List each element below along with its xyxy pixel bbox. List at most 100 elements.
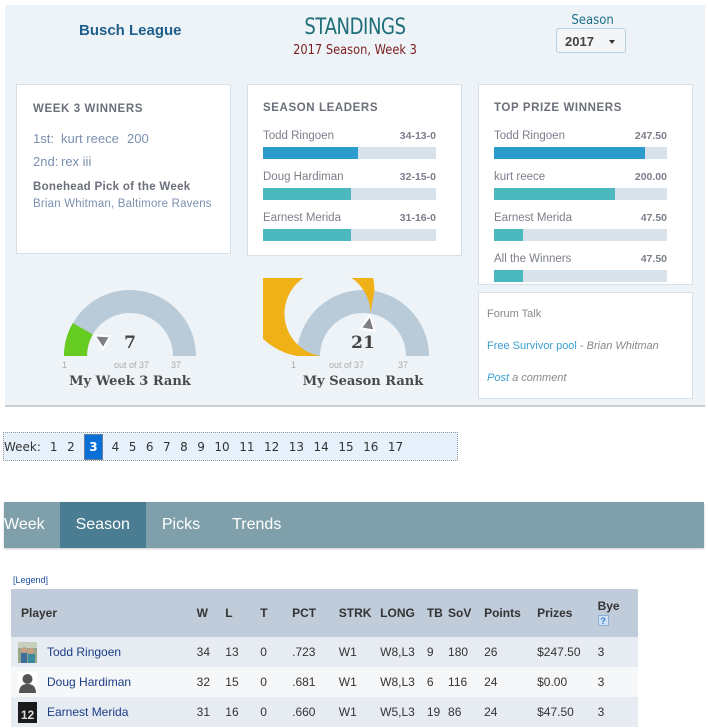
gauge-min: 1	[62, 360, 68, 370]
player-name-link[interactable]: Earnest Merida	[47, 705, 128, 719]
tab-picks[interactable]: Picks	[146, 502, 216, 548]
bar-name: Earnest Merida	[494, 212, 572, 224]
column-header-label: Player	[21, 606, 58, 620]
cell-t: 0	[260, 697, 293, 727]
week-link-4[interactable]: 4	[112, 440, 120, 454]
bar-label-row: Todd Ringoen 247.50	[494, 130, 667, 144]
week-link-15[interactable]: 15	[338, 440, 353, 454]
progress-track	[494, 188, 667, 200]
week-link-13[interactable]: 13	[289, 440, 304, 454]
week-link-12[interactable]: 12	[264, 440, 279, 454]
week-link-16[interactable]: 16	[363, 440, 378, 454]
leader-bar-item: kurt reece 200.00	[494, 171, 667, 200]
column-header-label: L	[225, 606, 233, 620]
season-selected-value: 2017	[565, 34, 594, 49]
forum-author: Brian Whitman	[586, 340, 659, 352]
cell-strk: W1	[338, 637, 381, 667]
week-link-14[interactable]: 14	[314, 440, 329, 454]
cell-long: W8,L3	[380, 637, 427, 667]
tab-week[interactable]: Week	[4, 502, 60, 548]
week-link-7[interactable]: 7	[163, 440, 171, 454]
column-header-tb: TB	[426, 589, 449, 637]
week-link-6[interactable]: 6	[146, 440, 154, 454]
post-comment-link[interactable]: Post	[487, 372, 509, 384]
gauge-min: 1	[291, 360, 297, 370]
player-name-link[interactable]: Todd Ringoen	[47, 645, 121, 659]
progress-track	[263, 147, 436, 159]
column-header-label: W	[196, 606, 208, 620]
gauge-max: 37	[171, 360, 182, 370]
bar-value: 32-15-0	[399, 171, 436, 183]
column-header-w: W	[196, 589, 226, 637]
avatar	[18, 641, 37, 663]
week-link-5[interactable]: 5	[129, 440, 137, 454]
week-link-3[interactable]: 3	[84, 433, 103, 460]
column-header-label: STRK	[338, 606, 372, 620]
week-winners-title: WEEK 3 WINNERS	[33, 103, 143, 115]
week-selector: Week: 1 2 3 4 5 6 7 8 9 10 11 12 13 14 15 16 17	[3, 432, 458, 461]
legend-link[interactable]: [Legend]	[13, 575, 48, 585]
help-icon[interactable]: ?	[597, 615, 609, 626]
winner-row: 1st: kurt reece 200	[33, 131, 230, 146]
tab-trends[interactable]: Trends	[216, 502, 297, 548]
week-link-8[interactable]: 8	[180, 440, 188, 454]
progress-track	[494, 147, 667, 159]
standings-table: Player W L T PCT STRK LONG TB SoV Points Prizes Bye…	[11, 589, 638, 727]
column-header-label: Prizes	[537, 606, 573, 620]
column-header-player: Player	[11, 589, 197, 637]
gauge-out-of: out of 37	[329, 360, 365, 370]
bar-name: All the Winners	[494, 253, 572, 265]
bar-label-row: kurt reece 200.00	[494, 171, 667, 185]
column-header-points: Points	[484, 589, 538, 637]
gauge-svg	[64, 290, 196, 356]
gauge-caption: My Season Rank	[302, 374, 424, 389]
cell-tb: 19	[426, 697, 449, 727]
cell-points: 24	[484, 667, 538, 697]
bar-label-row: Earnest Merida 47.50	[494, 212, 667, 226]
season-select[interactable]: 2017	[556, 28, 626, 53]
avatar: 12	[18, 701, 37, 723]
caret-down-icon	[609, 40, 615, 44]
week-link-9[interactable]: 9	[197, 440, 205, 454]
cell-strk: W1	[338, 697, 381, 727]
week-link-2[interactable]: 2	[67, 440, 75, 454]
week-link-10[interactable]: 10	[214, 440, 229, 454]
gauge-value: 21	[351, 333, 375, 353]
cell-bye: 3	[597, 667, 638, 697]
forum-topic-link[interactable]: Free Survivor pool	[487, 340, 577, 352]
week-link-1[interactable]: 1	[50, 440, 58, 454]
player-cell: Doug Hardiman	[11, 667, 197, 697]
cell-t: 0	[260, 637, 293, 667]
week-link-17[interactable]: 17	[388, 440, 403, 454]
cell-pct: .660	[292, 697, 339, 727]
bar-value: 34-13-0	[399, 130, 436, 142]
tab-season[interactable]: Season	[59, 502, 146, 548]
top-prize-winners-card: TOP PRIZE WINNERS Todd Ringoen 247.50 kurt…	[478, 84, 693, 285]
winner-place: 2nd:	[33, 154, 59, 169]
column-header-bye: Bye?	[597, 589, 638, 637]
gauge-svg	[263, 278, 429, 356]
season-leaders-card: SEASON LEADERS Todd Ringoen 34-13-0 Doug H…	[247, 84, 462, 256]
bar-value: 247.50	[634, 130, 667, 142]
forum-topic-line: Free Survivor pool - Brian Whitman	[487, 340, 692, 352]
table-row: Todd Ringoen 34 13 0.723 W1 W8,L3 9 180 26 $247.5…	[11, 637, 638, 667]
table-header-row: Player W L T PCT STRK LONG TB SoV Points Prizes Bye…	[11, 589, 638, 637]
winner-row: 2nd: rex iii	[33, 154, 230, 169]
top-prize-winners-title: TOP PRIZE WINNERS	[494, 102, 622, 114]
season-label: Season	[571, 13, 614, 28]
cell-sov: 86	[448, 697, 485, 727]
bar-value: 200.00	[634, 171, 667, 183]
season-rank-gauge: 21 1 out of 37 37 My Season Rank	[263, 278, 463, 408]
cell-points: 26	[484, 637, 538, 667]
week-link-11[interactable]: 11	[239, 440, 254, 454]
avatar	[18, 671, 37, 693]
post-comment-line: Post a comment	[487, 372, 692, 384]
cell-w: 34	[196, 637, 226, 667]
player-name-link[interactable]: Doug Hardiman	[47, 675, 131, 689]
bar-value: 31-16-0	[399, 212, 436, 224]
cell-prizes: $47.50	[537, 697, 598, 727]
column-header-label: PCT	[292, 606, 317, 620]
week-rank-gauge: 7 1 out of 37 37 My Week 3 Rank	[30, 278, 230, 408]
bar-name: Doug Hardiman	[263, 171, 344, 183]
cell-prizes: $0.00	[537, 667, 598, 697]
